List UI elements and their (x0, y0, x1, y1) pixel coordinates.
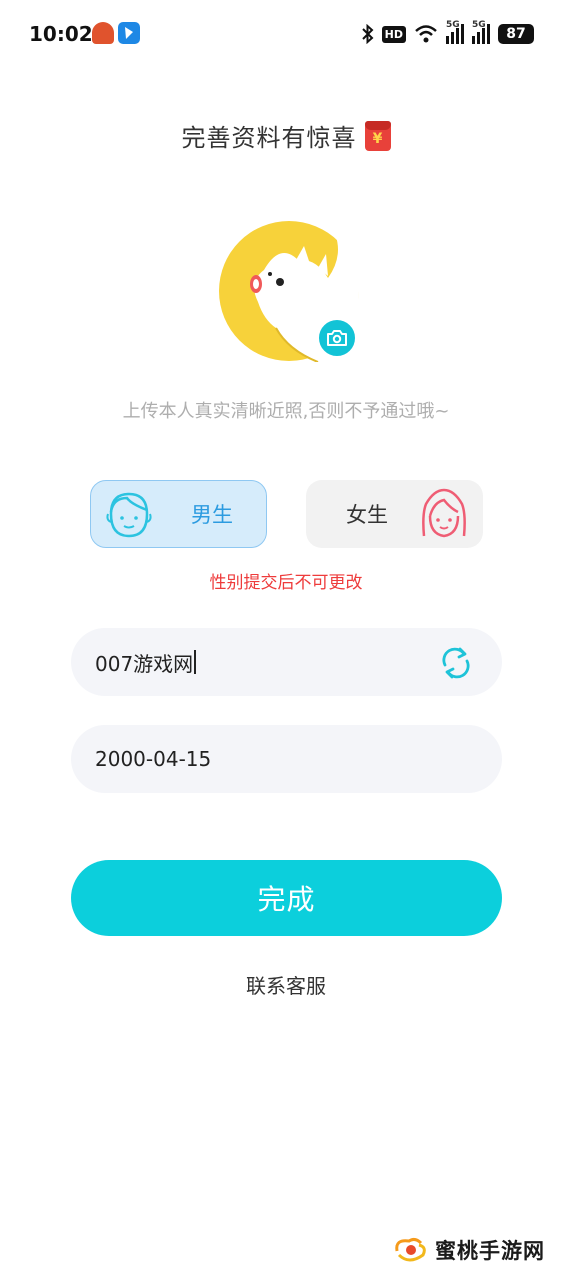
page-title: 完善资料有惊喜 (181, 124, 357, 152)
upload-hint: 上传本人真实清晰近照,否则不予通过哦~ (122, 401, 450, 422)
watermark-text: 蜜桃手游网 (435, 1239, 545, 1263)
nickname-value: 007游戏网 (95, 651, 194, 676)
text-cursor (194, 650, 197, 674)
birthday-value: 2000-04-15 (95, 747, 212, 771)
wifi-icon (415, 25, 437, 43)
watermark: 蜜桃手游网 (393, 1235, 545, 1265)
submit-button[interactable]: 完成 (71, 860, 502, 936)
camera-icon (327, 330, 347, 346)
app-notification-icon (92, 22, 114, 44)
bluetooth-icon (361, 24, 374, 44)
gender-female-button[interactable]: 女生 (306, 480, 483, 548)
camera-upload-button[interactable] (316, 317, 358, 359)
battery-icon: 87 (498, 24, 534, 44)
girl-face-icon (422, 488, 466, 538)
red-packet-symbol: ¥ (372, 130, 383, 147)
hd-icon: HD (381, 25, 406, 43)
gender-female-label: 女生 (346, 503, 388, 527)
birthday-picker[interactable]: 2000-04-15 (71, 725, 502, 793)
red-packet-icon: ¥ (364, 120, 391, 151)
network-type-label: 5G (472, 20, 486, 30)
peach-logo-icon (395, 1237, 426, 1262)
gender-male-label: 男生 (191, 503, 233, 527)
boy-face-icon (106, 492, 152, 538)
status-indicators: HD 5G 5G 87 (361, 20, 534, 48)
gender-warning: 性别提交后不可更改 (209, 573, 363, 593)
status-time: 10:02 (29, 22, 93, 46)
gender-male-button[interactable]: 男生 (90, 480, 267, 548)
header: 完善资料有惊喜 ¥ (0, 118, 572, 153)
nickname-input[interactable]: 007游戏网 (71, 628, 502, 696)
signal-icon: 5G (472, 20, 490, 44)
signal-icon: 5G (446, 20, 464, 44)
network-type-label: 5G (446, 20, 460, 30)
refresh-icon[interactable] (438, 645, 474, 681)
status-bar: 10:02 HD 5G 5G 87 (0, 0, 572, 70)
app-notification-icon (118, 22, 140, 44)
contact-support-link[interactable]: 联系客服 (0, 970, 572, 999)
